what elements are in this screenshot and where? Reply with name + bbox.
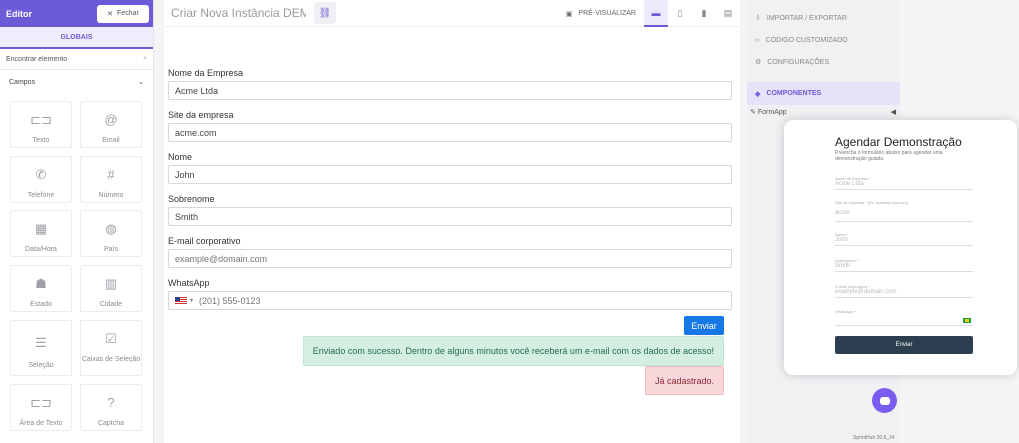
card-field[interactable]: Nome da Empresa * Acme Ltda [835, 176, 973, 190]
editor-title: Editor [6, 8, 32, 19]
search-input[interactable]: Encontrar elemento ⌕ [0, 49, 153, 70]
formapp-item[interactable]: ✎ FormApp ◀ [747, 105, 900, 119]
tile-caixas-de-selecao[interactable]: ☑ Caixas de Seleção [80, 320, 142, 376]
tile-texto[interactable]: ⊏⊐ Texto [10, 101, 72, 148]
hash-icon: # [107, 167, 115, 182]
code-icon: ‹› [755, 36, 760, 44]
menu-components[interactable]: ◈ COMPONENTES [747, 82, 900, 105]
first-name-input[interactable]: John [168, 165, 732, 184]
editor-panel: Editor ✕ Fechar GLOBAIS Encontrar elemen… [0, 0, 154, 443]
company-site-input[interactable]: acme.com [168, 123, 732, 142]
textarea-icon: ⊏⊐ [30, 395, 52, 410]
close-button[interactable]: ✕ Fechar [97, 4, 149, 23]
calendar-icon: ▦ [34, 221, 48, 236]
demo-form: Nome da Empresa Acme Ltda Site da empres… [168, 68, 732, 395]
card-subtitle: Preencha o formulário abaixo para agenda… [835, 150, 943, 162]
tile-telefone[interactable]: ✆ Telefone [10, 156, 72, 203]
company-name-input[interactable]: Acme Ltda [168, 81, 732, 100]
city-icon: ▥ [104, 276, 118, 291]
at-icon: @ [104, 112, 118, 127]
question-icon: ? [107, 395, 115, 410]
br-flag-icon[interactable] [963, 318, 971, 323]
desktop-icon[interactable]: ▬ [644, 0, 668, 27]
mobile-icon[interactable]: ▮ [692, 0, 716, 27]
chevron-down-icon: ▾ [190, 298, 194, 304]
pencil-icon: ✎ [750, 109, 756, 116]
chevron-down-icon: ⌄ [138, 79, 144, 86]
error-alert: Já cadastrado. [644, 366, 724, 395]
toolbar-right: ▣ PRÉ-VISUALIZAR ▬ ▯ ▮ ▤ [558, 0, 740, 27]
version-label: SprintHub 20.6_24 [853, 435, 895, 441]
card-field[interactable]: Nome * John [835, 232, 973, 246]
card-field[interactable]: E-mail corporativo * example@domain.com [835, 284, 973, 298]
close-icon: ✕ [107, 10, 114, 18]
last-name-input[interactable]: Smith [168, 207, 732, 226]
tile-cidade[interactable]: ▥ Cidade [80, 265, 142, 312]
phone-icon: ✆ [35, 167, 47, 182]
tile-area-de-texto[interactable]: ⊏⊐ Área de Texto [10, 384, 72, 431]
us-flag-icon[interactable] [175, 297, 187, 304]
field-label: Nome [168, 152, 193, 162]
history-icon[interactable]: ▤ [716, 0, 740, 27]
card-title: Agendar Demonstração [835, 135, 962, 149]
search-placeholder: Encontrar elemento [6, 55, 68, 63]
canvas-toolbar: Criar Nova Instância DEMO ⛓ ▣ PRÉ-VISUAL… [164, 0, 740, 27]
document-title[interactable]: Criar Nova Instância DEMO [164, 6, 306, 20]
whatsapp-value: (201) 555-0123 [199, 295, 261, 306]
card-field[interactable]: WhatsApp * [835, 309, 973, 326]
success-alert: Enviado com sucesso. Dentro de alguns mi… [302, 336, 724, 366]
email-field[interactable]: example@domain.com [168, 249, 732, 268]
globe-icon: ◍ [105, 221, 117, 236]
field-label: WhatsApp [168, 278, 210, 288]
text-field-icon: ⊏⊐ [30, 112, 52, 127]
field-label: E-mail corporativo [168, 236, 241, 246]
section-label: Campos [9, 78, 36, 86]
menu-settings[interactable]: ⚙ CONFIGURAÇÕES [747, 51, 900, 73]
link-icon[interactable]: ⛓ [314, 2, 336, 24]
menu-import-export[interactable]: ⇩ IMPORTAR / EXPORTAR [747, 7, 900, 29]
card-field[interactable]: Site da empresa * (Ex: suaempresa.com) ac… [835, 200, 973, 222]
tile-captcha[interactable]: ? Captcha [80, 384, 142, 431]
search-icon: ⌕ [143, 55, 147, 62]
editor-header: Editor ✕ Fechar [0, 0, 153, 27]
card-field[interactable]: Sobrenome * Smith [835, 258, 973, 272]
chat-icon [879, 396, 890, 405]
form-canvas: Criar Nova Instância DEMO ⛓ ▣ PRÉ-VISUAL… [164, 0, 740, 443]
field-label: Sobrenome [168, 194, 215, 204]
list-icon: ☰ [35, 335, 47, 350]
tile-pais[interactable]: ◍ País [80, 210, 142, 257]
import-icon: ⇩ [755, 15, 761, 22]
checkbox-icon: ☑ [105, 331, 117, 346]
tablet-icon[interactable]: ▯ [668, 0, 692, 27]
tile-email[interactable]: @ Email [80, 101, 142, 148]
tab-globais[interactable]: GLOBAIS [0, 27, 153, 49]
preview-button[interactable]: ▣ PRÉ-VISUALIZAR [558, 0, 644, 27]
map-icon: ☗ [35, 276, 47, 291]
app-root: Editor ✕ Fechar GLOBAIS Encontrar elemen… [0, 0, 1019, 443]
settings-icon: ⚙ [755, 59, 762, 66]
tile-estado[interactable]: ☗ Estado [10, 265, 72, 312]
preview-label: PRÉ-VISUALIZAR [578, 10, 636, 17]
form-preview-card: Agendar Demonstração Preencha o formulár… [784, 120, 1017, 375]
submit-button[interactable]: Enviar [684, 316, 724, 335]
tile-numero[interactable]: # Número [80, 156, 142, 203]
close-label: Fechar [117, 10, 139, 17]
menu-custom-code[interactable]: ‹› CÓDIGO CUSTOMIZADO [747, 29, 900, 51]
preview-icon: ▣ [565, 10, 573, 18]
chat-button[interactable] [872, 388, 897, 413]
layers-icon: ◈ [755, 90, 761, 98]
tile-selecao[interactable]: ☰ Seleção [10, 320, 72, 376]
card-submit-button[interactable]: Enviar [835, 336, 973, 354]
tile-data-hora[interactable]: ▦ Data/Hora [10, 210, 72, 257]
caret-left-icon: ◀ [890, 109, 896, 116]
field-label: Nome da Empresa [168, 68, 244, 78]
section-campos[interactable]: Campos ⌄ [0, 70, 153, 94]
field-label: Site da empresa [168, 110, 234, 120]
whatsapp-input[interactable]: ▾ (201) 555-0123 [168, 291, 732, 310]
